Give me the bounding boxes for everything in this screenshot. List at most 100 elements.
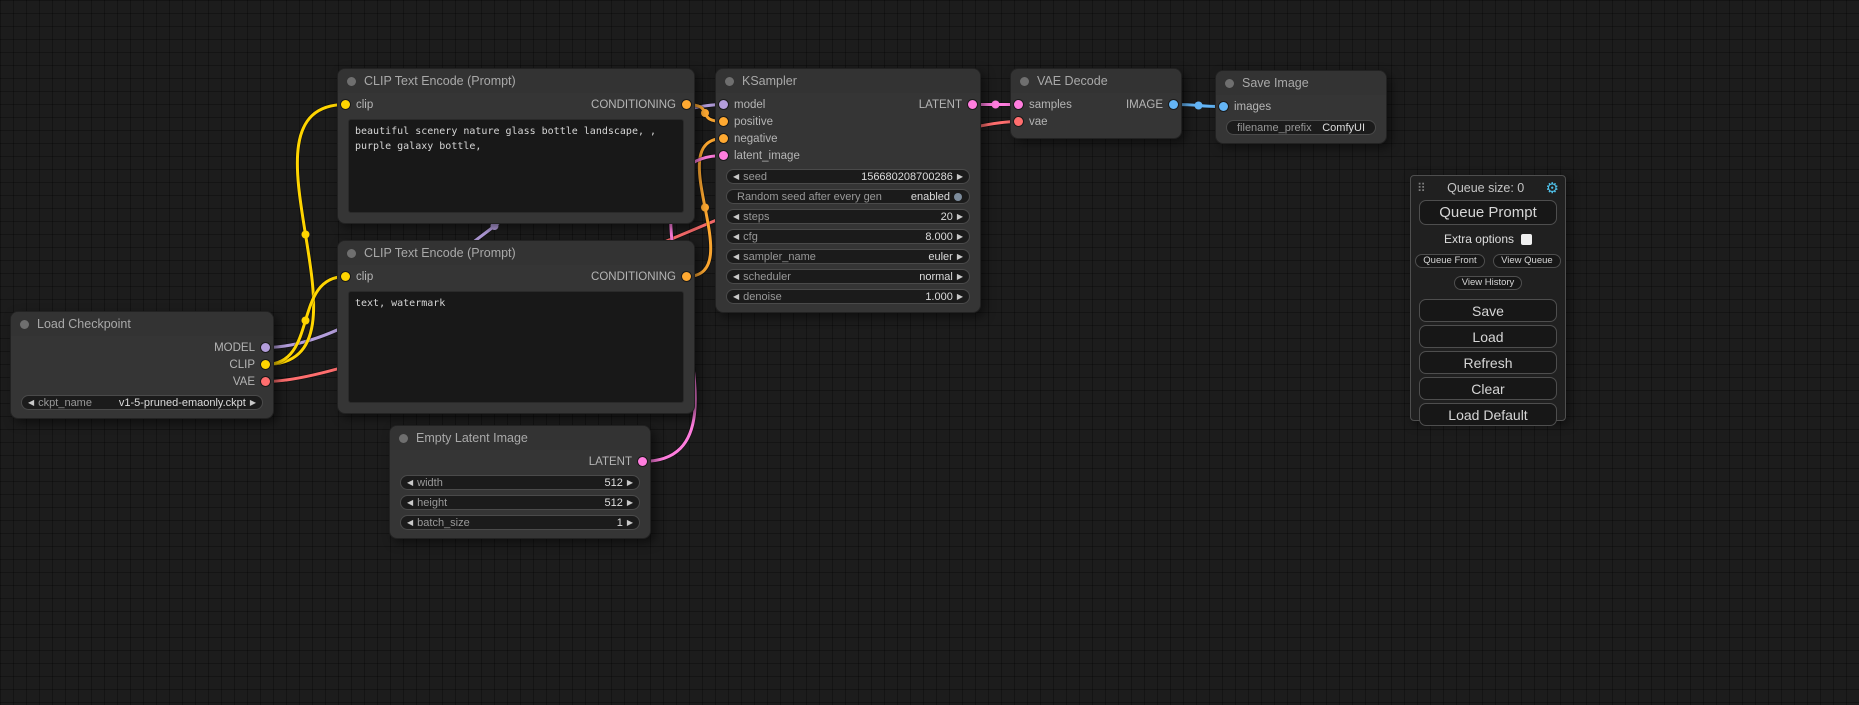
widget-cfg[interactable]: cfg 8.000	[726, 229, 970, 244]
output-slot-row: CLIP	[11, 356, 273, 373]
widget-scheduler[interactable]: scheduler normal	[726, 269, 970, 284]
output-slot-row: VAE	[11, 373, 273, 390]
extra-options-label: Extra options	[1444, 232, 1514, 246]
prompt-textarea[interactable]: beautiful scenery nature glass bottle la…	[348, 119, 684, 213]
input-port-samples[interactable]	[1014, 100, 1023, 109]
node-title-bar[interactable]: Load Checkpoint	[11, 312, 273, 336]
input-port-images[interactable]	[1219, 102, 1228, 111]
settings-gear-icon[interactable]	[1546, 181, 1559, 196]
decrement-arrow-icon[interactable]	[28, 399, 34, 407]
toggle-indicator-icon[interactable]	[954, 193, 962, 201]
output-port-conditioning[interactable]	[682, 272, 691, 281]
output-port-latent[interactable]	[968, 100, 977, 109]
refresh-button[interactable]: Refresh	[1419, 351, 1557, 374]
increment-arrow-icon[interactable]	[957, 253, 963, 261]
input-port-vae[interactable]	[1014, 117, 1023, 126]
load-default-button[interactable]: Load Default	[1419, 403, 1557, 426]
increment-arrow-icon[interactable]	[627, 519, 633, 527]
widget-ckpt-name[interactable]: ckpt_name v1-5-pruned-emaonly.ckpt	[21, 395, 263, 410]
widget-label: batch_size	[417, 517, 470, 529]
collapse-dot-icon[interactable]	[399, 434, 408, 443]
output-port-conditioning[interactable]	[682, 100, 691, 109]
decrement-arrow-icon[interactable]	[733, 253, 739, 261]
output-label-conditioning: CONDITIONING	[591, 99, 676, 111]
increment-arrow-icon[interactable]	[957, 273, 963, 281]
extra-options-checkbox[interactable]	[1521, 234, 1532, 245]
increment-arrow-icon[interactable]	[250, 399, 256, 407]
decrement-arrow-icon[interactable]	[733, 273, 739, 281]
collapse-dot-icon[interactable]	[1225, 79, 1234, 88]
widget-batch-size[interactable]: batch_size 1	[400, 515, 640, 530]
collapse-dot-icon[interactable]	[347, 77, 356, 86]
increment-arrow-icon[interactable]	[957, 213, 963, 221]
view-history-button[interactable]: View History	[1454, 276, 1523, 290]
increment-arrow-icon[interactable]	[957, 173, 963, 181]
widget-height[interactable]: height 512	[400, 495, 640, 510]
collapse-dot-icon[interactable]	[1020, 77, 1029, 86]
node-ksampler[interactable]: KSampler LATENT model positive negative …	[715, 68, 981, 313]
node-clip-text-encode-negative[interactable]: CLIP Text Encode (Prompt) clip CONDITION…	[337, 240, 695, 414]
increment-arrow-icon[interactable]	[957, 293, 963, 301]
clear-button[interactable]: Clear	[1419, 377, 1557, 400]
input-port-model[interactable]	[719, 100, 728, 109]
node-save-image[interactable]: Save Image images filename_prefix ComfyU…	[1215, 70, 1387, 144]
widget-denoise[interactable]: denoise 1.000	[726, 289, 970, 304]
collapse-dot-icon[interactable]	[347, 249, 356, 258]
node-title: CLIP Text Encode (Prompt)	[364, 246, 516, 260]
decrement-arrow-icon[interactable]	[733, 173, 739, 181]
output-port-clip[interactable]	[261, 360, 270, 369]
decrement-arrow-icon[interactable]	[407, 479, 413, 487]
node-body: MODEL CLIP VAE ckpt_name v1-5-pruned-ema…	[11, 336, 273, 418]
drag-handle-icon[interactable]	[1417, 181, 1426, 195]
input-label-clip: clip	[356, 271, 373, 283]
input-port-latent-image[interactable]	[719, 151, 728, 160]
load-button[interactable]: Load	[1419, 325, 1557, 348]
node-title-bar[interactable]: Empty Latent Image	[390, 426, 650, 450]
node-vae-decode[interactable]: VAE Decode samples IMAGE vae	[1010, 68, 1182, 139]
decrement-arrow-icon[interactable]	[733, 233, 739, 241]
input-slot-row: vae	[1011, 113, 1181, 130]
output-port-vae[interactable]	[261, 377, 270, 386]
node-load-checkpoint[interactable]: Load Checkpoint MODEL CLIP VAE ckpt_name…	[10, 311, 274, 419]
view-queue-button[interactable]: View Queue	[1493, 254, 1561, 268]
node-graph-canvas[interactable]: Load Checkpoint MODEL CLIP VAE ckpt_name…	[0, 0, 1859, 705]
collapse-dot-icon[interactable]	[20, 320, 29, 329]
decrement-arrow-icon[interactable]	[733, 293, 739, 301]
widget-steps[interactable]: steps 20	[726, 209, 970, 224]
queue-menu-panel[interactable]: Queue size: 0 Queue Prompt Extra options…	[1410, 175, 1566, 421]
node-title-bar[interactable]: CLIP Text Encode (Prompt)	[338, 69, 694, 93]
decrement-arrow-icon[interactable]	[733, 213, 739, 221]
queue-front-button[interactable]: Queue Front	[1415, 254, 1484, 268]
widget-random-seed-toggle[interactable]: Random seed after every gen enabled	[726, 189, 970, 204]
node-clip-text-encode-positive[interactable]: CLIP Text Encode (Prompt) clip CONDITION…	[337, 68, 695, 224]
input-port-negative[interactable]	[719, 134, 728, 143]
node-empty-latent-image[interactable]: Empty Latent Image LATENT width 512 heig…	[389, 425, 651, 539]
output-port-image[interactable]	[1169, 100, 1178, 109]
increment-arrow-icon[interactable]	[957, 233, 963, 241]
widget-filename-prefix[interactable]: filename_prefix ComfyUI	[1226, 120, 1376, 135]
queue-prompt-button[interactable]: Queue Prompt	[1419, 200, 1557, 225]
node-title-bar[interactable]: KSampler	[716, 69, 980, 93]
widget-label: scheduler	[743, 271, 791, 283]
prompt-textarea[interactable]: text, watermark	[348, 291, 684, 403]
input-port-clip[interactable]	[341, 272, 350, 281]
decrement-arrow-icon[interactable]	[407, 519, 413, 527]
widget-seed[interactable]: seed 156680208700286	[726, 169, 970, 184]
decrement-arrow-icon[interactable]	[407, 499, 413, 507]
output-port-latent[interactable]	[638, 457, 647, 466]
widget-width[interactable]: width 512	[400, 475, 640, 490]
output-label-latent: LATENT	[589, 456, 632, 468]
node-title-bar[interactable]: CLIP Text Encode (Prompt)	[338, 241, 694, 265]
node-title-bar[interactable]: VAE Decode	[1011, 69, 1181, 93]
input-port-clip[interactable]	[341, 100, 350, 109]
save-button[interactable]: Save	[1419, 299, 1557, 322]
increment-arrow-icon[interactable]	[627, 479, 633, 487]
increment-arrow-icon[interactable]	[627, 499, 633, 507]
node-title-bar[interactable]: Save Image	[1216, 71, 1386, 95]
output-port-model[interactable]	[261, 343, 270, 352]
collapse-dot-icon[interactable]	[725, 77, 734, 86]
menu-header: Queue size: 0	[1411, 178, 1565, 198]
input-port-positive[interactable]	[719, 117, 728, 126]
widget-sampler-name[interactable]: sampler_name euler	[726, 249, 970, 264]
widget-value: ComfyUI	[1322, 122, 1365, 134]
